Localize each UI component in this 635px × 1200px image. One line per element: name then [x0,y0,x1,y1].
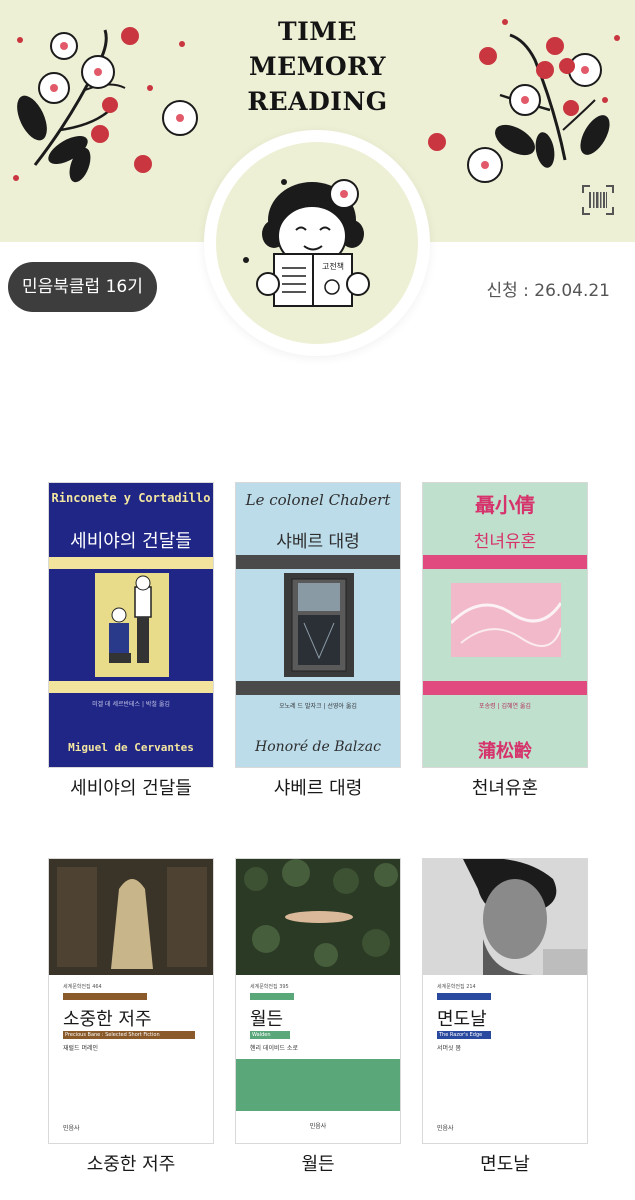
cover-publisher: 민음사 [63,1125,80,1132]
cover-korean-title: 월든 [250,1009,284,1030]
cover-credit: 포송령 | 김혜연 옮김 [479,703,531,710]
cover-korean-title: 샤베르 대령 [276,532,360,552]
cover-author: 蒲松齡 [478,741,532,762]
cover-publisher: 민음사 [309,1123,327,1130]
cover-original-title: Le colonel Chabert [245,491,391,509]
cover-author: 서머싯 몸 [437,1045,461,1052]
cover-korean-title: 세비야의 건달들 [70,531,192,552]
cover-series: 세계문학전집 464 [63,984,102,990]
cover-subtitle: The Razor's Edge [437,1031,491,1039]
book-title: 소중한 저주 [86,1154,176,1175]
book-title: 세비야의 건달들 [70,778,192,799]
book-cover: 세계문학전집 395 월든 Walden 헨리 데이비드 소로 민음사 [235,858,401,1144]
cover-illustration [284,573,354,677]
book-title: 월든 [301,1154,335,1175]
cover-original-title: 聶小倩 [475,493,535,517]
cover-subtitle: Precious Bane : Selected Short Fiction [63,1031,195,1039]
reading-girl-illustration: 고전책 [243,179,370,307]
barcode-button[interactable] [580,182,616,218]
book-cover: Le colonel Chabert 샤베르 대령 오노레 드 발자크 | 선영… [235,482,401,768]
cover-illustration [95,573,169,677]
book-title: 샤베르 대령 [273,778,363,799]
cover-korean-title: 소중한 저주 [63,1009,152,1030]
barcode-icon [582,185,614,215]
cover-author: 헨리 데이비드 소로 [250,1045,298,1052]
cover-author: Miguel de Cervantes [68,741,194,754]
cover-author: Honoré de Balzac [255,739,381,755]
cover-photo [423,859,587,975]
cover-series: 세계문학전집 395 [250,984,289,990]
book-cover: 聶小倩 천녀유혼 포송령 | 김혜연 옮김 蒲松齡 [422,482,588,768]
cover-author: 재럴드 머레인 [63,1045,99,1052]
cover-publisher: 민음사 [437,1125,454,1132]
club-badge: 민음북클럽 16기 [8,262,157,312]
cover-photo [236,859,400,975]
cover-series: 세계문학전집 214 [437,984,476,990]
cover-korean-title: 천녀유혼 [473,532,537,552]
avatar: 고전책 [216,142,418,344]
book-title: 천녀유혼 [471,778,539,799]
avatar-book-label: 고전책 [322,261,344,271]
book-cover: 세계문학전집 464 소중한 저주 Precious Bane : Select… [48,858,214,1144]
cover-illustration [449,583,563,657]
cover-credit: 미겔 데 세르반테스 | 박철 옮김 [92,701,170,708]
cover-quote-panel [236,1059,400,1111]
cover-korean-title: 면도날 [437,1009,487,1030]
book-cover: 세계문학전집 214 면도날 The Razor's Edge 서머싯 몸 민음… [422,858,588,1144]
cover-original-title: Rinconete y Cortadillo [51,491,211,505]
book-cover: Rinconete y Cortadillo 세비야의 건달들 미겔 데 세르반… [48,482,214,768]
book-title: 면도날 [480,1154,530,1175]
cover-credit: 오노레 드 발자크 | 선영아 옮김 [279,703,357,710]
application-date: 신청 : 26.04.21 [486,281,610,301]
cover-subtitle: Walden [250,1031,290,1039]
cover-photo [49,859,213,975]
